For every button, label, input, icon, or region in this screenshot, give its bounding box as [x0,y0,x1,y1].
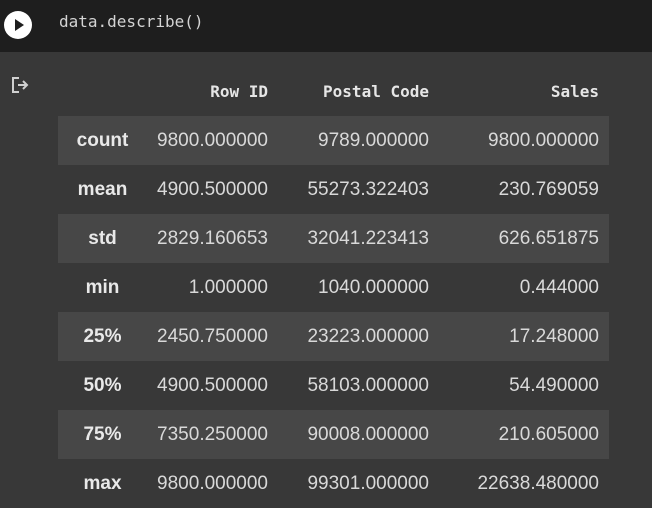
run-cell-button[interactable] [4,11,32,39]
row-label: min [85,276,120,298]
table-row: 25% 2450.750000 23223.000000 17.248000 [58,312,609,361]
notebook-cell: data.describe() Row ID Postal Code Sales… [0,0,652,508]
cell-output: Row ID Postal Code Sales count 9800.0000… [58,66,609,508]
table-cell: 4900.500000 [157,374,268,396]
table-row: mean 4900.500000 55273.322403 230.769059 [58,165,609,214]
table-cell: 9800.000000 [157,129,268,151]
table-cell: 1040.000000 [318,276,429,298]
table-cell: 55273.322403 [307,178,429,200]
index-header [58,66,143,116]
row-label: mean [77,178,128,200]
table-cell: 230.769059 [498,178,599,200]
table-cell: 9800.000000 [488,129,599,151]
table-cell: 32041.223413 [307,227,429,249]
table-row: 75% 7350.250000 90008.000000 210.605000 [58,410,609,459]
output-arrow-icon [12,77,29,93]
table-cell: 1.000000 [188,276,268,298]
code-editor[interactable]: data.describe() [0,0,652,52]
table-cell: 23223.000000 [307,325,429,347]
header-row: Row ID Postal Code Sales [58,66,609,116]
table-cell: 22638.480000 [477,472,599,494]
table-row: 50% 4900.500000 58103.000000 54.490000 [58,361,609,410]
table-cell: 9800.000000 [157,472,268,494]
table-cell: 58103.000000 [307,374,429,396]
row-label: 25% [83,325,122,347]
row-label: 75% [83,423,122,445]
table-cell: 54.490000 [509,374,599,396]
table-cell: 99301.000000 [307,472,429,494]
table-cell: 210.605000 [498,423,599,445]
table-cell: 0.444000 [519,276,599,298]
table-cell: 90008.000000 [307,423,429,445]
column-header: Sales [550,81,599,101]
table-cell: 626.651875 [498,227,599,249]
column-header: Row ID [210,81,268,101]
row-label: 50% [83,374,122,396]
row-label: std [88,227,117,249]
table-row: count 9800.000000 9789.000000 9800.00000… [58,116,609,165]
play-icon [15,19,24,31]
column-header: Postal Code [323,81,429,101]
table-cell: 2450.750000 [157,325,268,347]
code-line[interactable]: data.describe() [59,11,204,33]
describe-table: Row ID Postal Code Sales count 9800.0000… [58,66,609,508]
table-cell: 17.248000 [509,325,599,347]
row-label: max [83,472,122,494]
table-cell: 4900.500000 [157,178,268,200]
table-row: max 9800.000000 99301.000000 22638.48000… [58,459,609,508]
table-row: std 2829.160653 32041.223413 626.651875 [58,214,609,263]
table-cell: 9789.000000 [318,129,429,151]
table-row: min 1.000000 1040.000000 0.444000 [58,263,609,312]
table-cell: 2829.160653 [157,227,268,249]
table-cell: 7350.250000 [157,423,268,445]
row-label: count [76,129,129,151]
